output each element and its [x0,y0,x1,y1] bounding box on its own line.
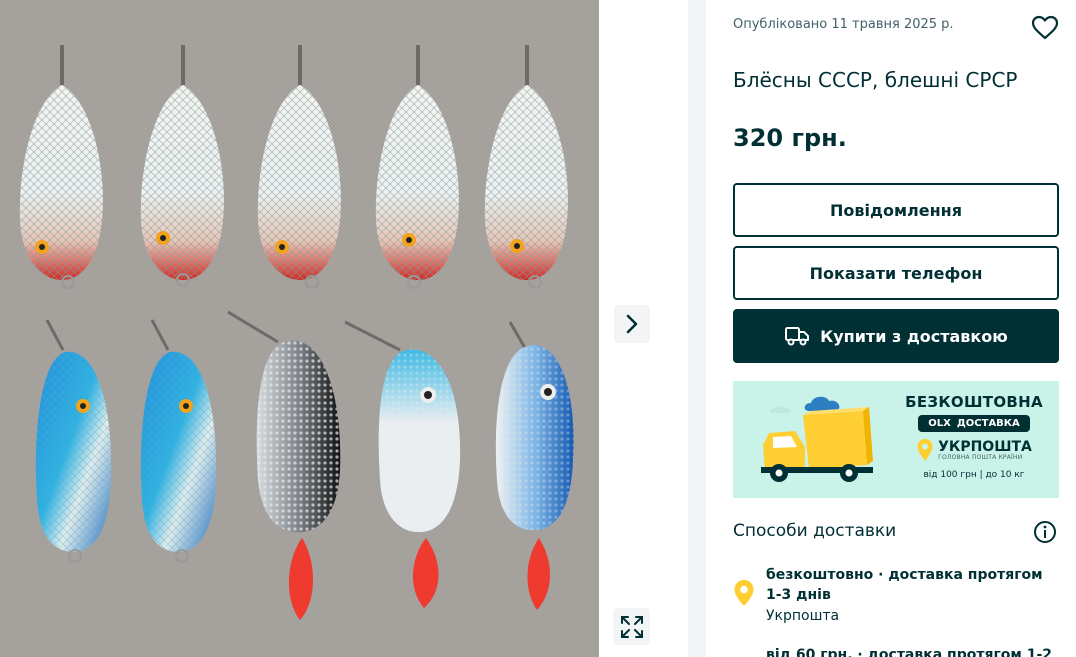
shipping-option-text: від 60 грн. · доставка протягом 1-2 днів [766,645,1056,657]
delivery-truck-illustration [761,396,873,482]
shipping-methods-heading: Способи доставки [733,521,897,541]
buy-with-delivery-label: Купити з доставкою [820,326,1008,346]
message-button-label: Повідомлення [830,200,962,220]
listing-price: 320 грн. [733,124,847,152]
location-pin-icon [734,580,754,606]
shipping-option-title: від 60 грн. · доставка протягом 1-2 днів [766,647,1053,657]
posted-date: Опубліковано 11 травня 2025 р. [733,17,954,32]
olx-delivery-badge: OLX ДОСТАВКА [918,415,1030,432]
show-phone-button[interactable]: Показати телефон [733,246,1059,300]
show-phone-button-label: Показати телефон [809,263,983,283]
free-delivery-banner[interactable]: БЕЗКОШТОВНА OLX ДОСТАВКА УКРПОШТА ГОЛОВН… [733,381,1059,498]
shipping-option-carrier: Укрпошта [766,608,840,624]
ukrposhta-name: УКРПОШТА [938,438,1032,455]
info-icon[interactable] [1033,520,1057,544]
chevron-right-icon [626,314,638,334]
fullscreen-button[interactable] [613,608,650,645]
listing-title: Блёсны СССР, блешні СРСР [733,68,1018,92]
promo-footnote: від 100 грн | до 10 кг [923,470,1025,480]
listing-photo[interactable] [0,0,599,657]
photo-gallery [0,0,688,657]
heart-icon[interactable] [1031,14,1059,42]
promo-text-block: БЕЗКОШТОВНА OLX ДОСТАВКА УКРПОШТА ГОЛОВН… [899,393,1049,480]
panel-divider [688,0,706,657]
shipping-option-text: безкоштовно · доставка протягом 1-3 днів… [766,565,1056,627]
shipping-option-title: безкоштовно · доставка протягом 1-3 днів [766,567,1043,603]
message-button[interactable]: Повідомлення [733,183,1059,237]
truck-icon [785,327,810,346]
fishing-lures-image [0,0,599,657]
olx-delivery-label: ДОСТАВКА [956,418,1020,429]
ukrposhta-brand: УКРПОШТА ГОЛОВНА ПОШТА КРАЇНИ [899,438,1049,462]
promo-free-label: БЕЗКОШТОВНА [905,393,1043,411]
ukrposhta-pin-icon [917,439,933,461]
ukrposhta-tagline: ГОЛОВНА ПОШТА КРАЇНИ [938,453,1023,461]
listing-details-panel: Опубліковано 11 травня 2025 р. Блёсны СС… [733,0,1059,657]
buy-with-delivery-button[interactable]: Купити з доставкою [733,309,1059,363]
expand-icon [620,615,643,638]
listing-page: Опубліковано 11 травня 2025 р. Блёсны СС… [0,0,1076,657]
next-photo-button[interactable] [614,305,650,343]
olx-logo: OLX [928,418,951,429]
